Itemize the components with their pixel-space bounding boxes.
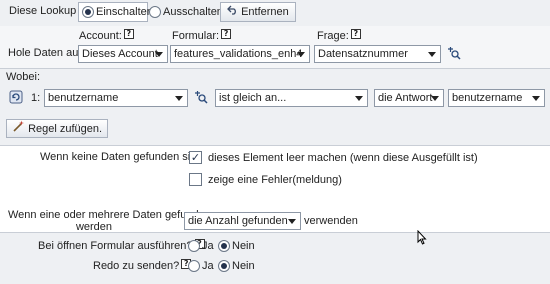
run-on-open-ja-radio[interactable] bbox=[188, 240, 200, 252]
multi-data-label-2: werden bbox=[75, 221, 113, 233]
form-label: Formular:? bbox=[172, 29, 232, 43]
redo-nein-label[interactable]: Nein bbox=[232, 259, 255, 273]
empty-element-label: dieses Element leer machen (wenn diese A… bbox=[208, 152, 478, 164]
lookup-label: Diese Lookup bbox=[9, 5, 77, 17]
redo-ja-radio[interactable] bbox=[188, 260, 200, 272]
add-rule-label: Regel zufügen. bbox=[28, 122, 103, 135]
magic-wand-icon bbox=[12, 120, 25, 138]
account-label: Account:? bbox=[79, 29, 134, 43]
no-data-label: Wenn keine Daten gefunden sind bbox=[40, 151, 203, 163]
where-label: Wobei: bbox=[6, 71, 41, 83]
help-icon[interactable]: ? bbox=[350, 29, 361, 39]
lookup-on-radio[interactable] bbox=[82, 6, 94, 18]
help-icon[interactable]: ? bbox=[221, 29, 232, 39]
rule-target-select[interactable]: benutzername bbox=[448, 89, 545, 107]
redo-ja-label[interactable]: Ja bbox=[202, 259, 214, 273]
remove-button-label: Entfernen bbox=[241, 6, 289, 18]
run-on-open-nein-radio[interactable] bbox=[218, 240, 230, 252]
rule-field-select[interactable]: benutzername bbox=[44, 89, 188, 107]
rule-index: 1: bbox=[31, 92, 41, 104]
field-search-icon[interactable] bbox=[194, 91, 208, 107]
empty-element-checkbox[interactable]: ✓ bbox=[189, 151, 202, 164]
run-on-open-label: Bei öffnen Formular ausführen?? bbox=[38, 239, 205, 253]
help-icon[interactable]: ? bbox=[123, 29, 134, 39]
rule-compare-select[interactable]: die Antwort bbox=[374, 89, 444, 107]
form-select[interactable]: features_validations_enh4 bbox=[170, 45, 310, 63]
redo-label: Redo zu senden?? bbox=[93, 259, 192, 273]
lookup-off-label[interactable]: Ausschalten bbox=[163, 5, 223, 19]
show-error-checkbox[interactable] bbox=[189, 173, 202, 186]
account-select[interactable]: Dieses Account bbox=[78, 45, 168, 63]
question-select[interactable]: Datensatznummer bbox=[314, 45, 441, 63]
lookup-search-icon[interactable] bbox=[447, 47, 461, 63]
redo-nein-radio[interactable] bbox=[218, 260, 230, 272]
undo-icon bbox=[227, 3, 238, 21]
run-on-open-ja-label[interactable]: Ja bbox=[202, 239, 214, 253]
remove-button[interactable]: Entfernen bbox=[220, 2, 296, 22]
rule-operator-select[interactable]: ist gleich an... bbox=[215, 89, 368, 107]
show-error-label: zeige eine Fehler(meldung) bbox=[208, 174, 342, 186]
rule-settings-icon[interactable] bbox=[9, 90, 23, 107]
run-on-open-nein-label[interactable]: Nein bbox=[232, 239, 255, 253]
source-row-label: Hole Daten aus bbox=[8, 47, 84, 59]
question-label: Frage:? bbox=[317, 29, 361, 43]
lookup-off-radio[interactable] bbox=[149, 6, 161, 18]
multi-data-suffix: verwenden bbox=[304, 215, 358, 227]
multi-data-select[interactable]: die Anzahl gefunden bbox=[184, 212, 301, 230]
lookup-on-label[interactable]: Einschalten bbox=[96, 5, 153, 19]
add-rule-button[interactable]: Regel zufügen. bbox=[6, 119, 109, 138]
mouse-cursor-icon bbox=[417, 229, 427, 248]
